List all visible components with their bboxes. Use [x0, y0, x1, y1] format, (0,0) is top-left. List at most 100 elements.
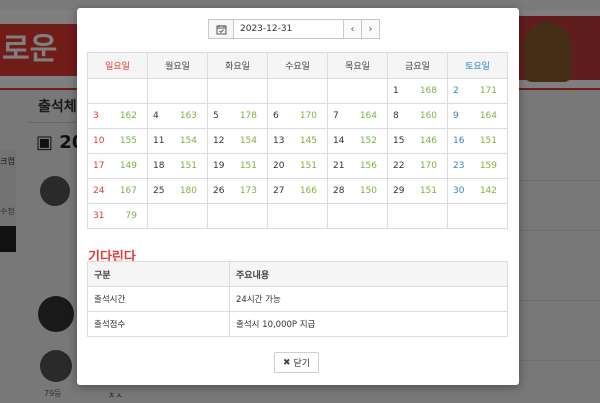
next-month-button[interactable]: ›	[362, 19, 380, 39]
close-icon: ✖	[282, 357, 291, 368]
calendar-day-cell[interactable]: 16 151	[447, 128, 508, 154]
attendance-count: 164	[479, 111, 497, 121]
calendar-day-cell[interactable]: 17 149	[87, 153, 148, 179]
calendar-day-cell[interactable]: 15 146	[387, 128, 448, 154]
calendar-day-cell[interactable]: 22 170	[387, 153, 448, 179]
calendar-day-cell[interactable]: 1 168	[387, 78, 448, 104]
day-number: 4	[153, 111, 159, 121]
day-number: 29	[393, 186, 405, 196]
calendar-day-cell	[147, 203, 208, 229]
attendance-count: 146	[419, 136, 437, 146]
table-row: 출석점수 출석시 10,000P 지급	[87, 311, 508, 337]
day-number: 15	[393, 136, 405, 146]
calendar-week-row: 31 79	[87, 203, 508, 229]
calendar-day-cell[interactable]: 9 164	[447, 103, 508, 129]
day-number: 25	[153, 186, 165, 196]
calendar-day-cell[interactable]: 7 164	[327, 103, 388, 129]
attendance-count: 151	[419, 186, 437, 196]
attendance-count: 151	[299, 161, 317, 171]
calendar-day-cell[interactable]: 21 156	[327, 153, 388, 179]
calendar-day-cell[interactable]: 28 150	[327, 178, 388, 204]
info-value: 24시간 가능	[229, 286, 508, 312]
attendance-count: 173	[239, 186, 257, 196]
attendance-count: 155	[119, 136, 137, 146]
attendance-count: 145	[299, 136, 317, 146]
day-number: 10	[93, 136, 105, 146]
attendance-count: 151	[179, 161, 197, 171]
info-header-content: 주요내용	[229, 261, 508, 287]
attendance-count: 159	[479, 161, 497, 171]
calendar-day-cell[interactable]: 13 145	[267, 128, 328, 154]
day-number: 18	[153, 161, 165, 171]
calendar-week-row: 24 167 25 180 26 173 27 166 28 150 29 151 30 142	[87, 178, 508, 204]
attendance-count: 178	[239, 111, 257, 121]
attendance-count: 160	[419, 111, 437, 121]
calendar-day-cell	[267, 78, 328, 104]
attendance-count: 164	[359, 111, 377, 121]
info-value: 출석시 10,000P 지급	[229, 311, 508, 337]
day-number: 11	[153, 136, 165, 146]
day-number: 8	[393, 111, 399, 121]
weekday-sunday: 일요일	[87, 52, 148, 79]
calendar-week-row: 17 149 18 151 19 151 20 151 21 156 22 170 23 159	[87, 153, 508, 179]
chevron-left-icon: ‹	[350, 23, 355, 35]
calendar-day-cell[interactable]: 5 178	[207, 103, 268, 129]
day-number: 26	[213, 186, 225, 196]
calendar-day-cell[interactable]: 2 171	[447, 78, 508, 104]
attendance-count: 152	[359, 136, 377, 146]
calendar-day-cell	[87, 78, 148, 104]
day-number: 31	[93, 211, 105, 221]
calendar-week-row: 10 155 11 154 12 154 13 145 14 152 15 146 16 151	[87, 128, 508, 154]
calendar-check-icon	[216, 24, 226, 34]
calendar-day-cell[interactable]: 20 151	[267, 153, 328, 179]
info-header-category: 구분	[87, 261, 230, 287]
calendar-day-cell	[207, 203, 268, 229]
day-number: 2	[453, 86, 459, 96]
calendar-day-cell[interactable]: 26 173	[207, 178, 268, 204]
calendar-day-cell[interactable]: 19 151	[207, 153, 268, 179]
attendance-count: 142	[479, 186, 497, 196]
calendar-day-cell	[387, 203, 448, 229]
calendar-day-cell[interactable]: 11 154	[147, 128, 208, 154]
day-number: 5	[213, 111, 219, 121]
calendar-day-cell[interactable]: 10 155	[87, 128, 148, 154]
calendar-day-cell	[447, 203, 508, 229]
weekday-monday: 월요일	[147, 52, 208, 79]
attendance-count: 163	[179, 111, 197, 121]
close-button[interactable]: ✖ 닫기	[274, 352, 319, 373]
day-number: 19	[213, 161, 225, 171]
calendar-day-cell[interactable]: 12 154	[207, 128, 268, 154]
attendance-count: 150	[359, 186, 377, 196]
calendar-day-cell	[327, 203, 388, 229]
calendar-day-cell[interactable]: 23 159	[447, 153, 508, 179]
date-field[interactable]: 2023-12-31	[234, 19, 344, 39]
calendar-day-cell[interactable]: 4 163	[147, 103, 208, 129]
calendar-day-cell[interactable]: 3 162	[87, 103, 148, 129]
calendar-week-row: 3 162 4 163 5 178 6 170 7 164 8 160 9 164	[87, 103, 508, 129]
day-number: 9	[453, 111, 459, 121]
attendance-count: 149	[119, 161, 137, 171]
attendance-count: 170	[299, 111, 317, 121]
day-number: 23	[453, 161, 465, 171]
calendar-day-cell[interactable]: 6 170	[267, 103, 328, 129]
calendar-day-cell[interactable]: 25 180	[147, 178, 208, 204]
attendance-count: 167	[119, 186, 137, 196]
calendar-picker-button[interactable]	[208, 19, 234, 39]
weekday-wednesday: 수요일	[267, 52, 328, 79]
calendar-day-cell[interactable]: 27 166	[267, 178, 328, 204]
day-number: 22	[393, 161, 405, 171]
calendar-day-cell[interactable]: 14 152	[327, 128, 388, 154]
calendar-day-cell[interactable]: 8 160	[387, 103, 448, 129]
calendar-day-cell	[147, 78, 208, 104]
chevron-right-icon: ›	[368, 23, 373, 35]
day-number: 30	[453, 186, 465, 196]
calendar-day-cell[interactable]: 31 79	[87, 203, 148, 229]
attendance-count: 151	[239, 161, 257, 171]
calendar-day-cell[interactable]: 29 151	[387, 178, 448, 204]
day-number: 20	[273, 161, 285, 171]
prev-month-button[interactable]: ‹	[344, 19, 362, 39]
calendar-day-cell[interactable]: 24 167	[87, 178, 148, 204]
day-number: 1	[393, 86, 399, 96]
calendar-day-cell[interactable]: 30 142	[447, 178, 508, 204]
calendar-day-cell[interactable]: 18 151	[147, 153, 208, 179]
